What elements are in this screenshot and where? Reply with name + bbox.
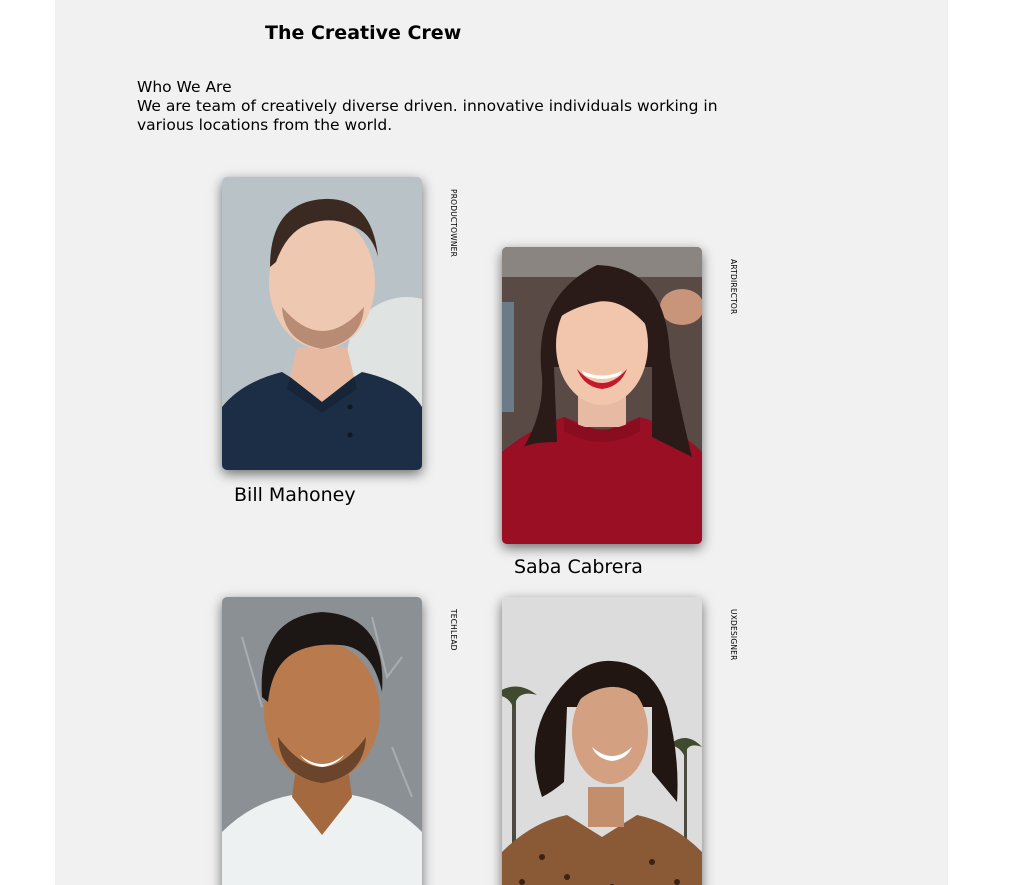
team-role: PRODUCTOWNER <box>449 189 458 257</box>
portrait-woman-red-sweater-image <box>502 247 702 544</box>
team-photo <box>222 177 422 470</box>
portrait-man-white-tshirt-image <box>222 597 422 885</box>
page-title: The Creative Crew <box>265 22 462 44</box>
intro-section: Who We Are We are team of creatively div… <box>137 78 737 135</box>
team-name: Bill Mahoney <box>234 484 356 506</box>
portrait-man-navy-polo-image <box>222 177 422 470</box>
portrait-woman-leopard-top-image <box>502 597 702 885</box>
intro-heading: Who We Are <box>137 78 232 96</box>
intro-body: We are team of creatively diverse driven… <box>137 97 718 134</box>
team-role: TECHLEAD <box>449 609 458 651</box>
team-photo <box>222 597 422 885</box>
page-container: The Creative Crew Who We Are We are team… <box>55 0 948 885</box>
team-photo <box>502 597 702 885</box>
team-role: UXDESIGNER <box>729 609 738 661</box>
team-name: Saba Cabrera <box>514 556 643 578</box>
team-role: ARTDIRECTOR <box>729 259 738 315</box>
team-photo <box>502 247 702 544</box>
